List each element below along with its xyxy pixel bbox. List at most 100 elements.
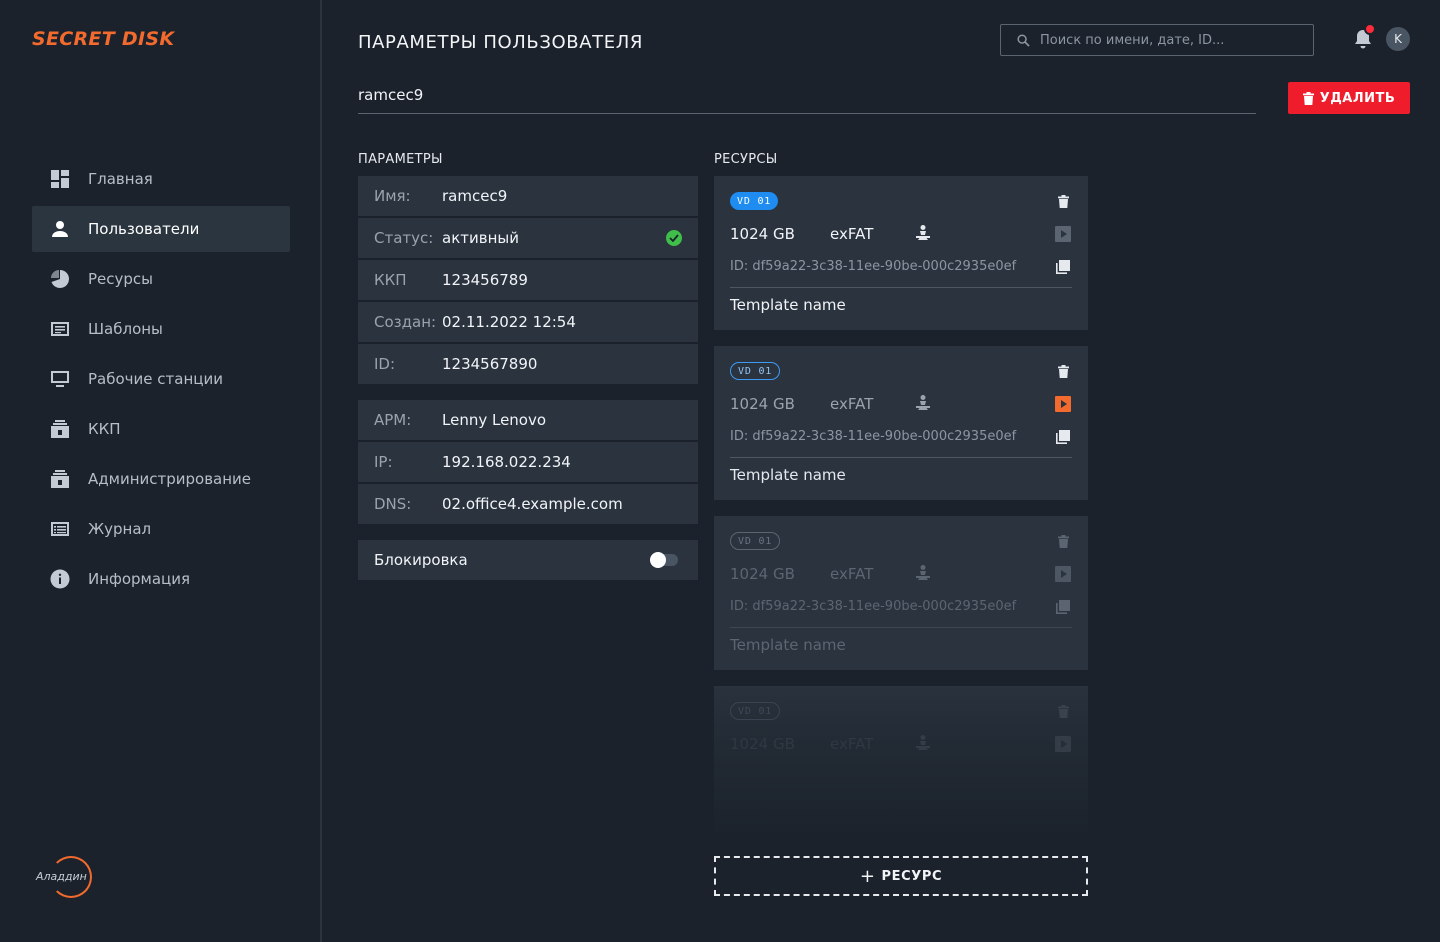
trash-icon xyxy=(1302,91,1314,105)
resource-template: Template name xyxy=(730,296,846,314)
params-section-title: ПАРАМЕТРЫ xyxy=(358,152,443,167)
param-row-status: Статус: активный xyxy=(358,218,698,258)
param-value: 1234567890 xyxy=(442,355,538,373)
resource-id: ID: df59a22-3c38-11ee-90be-000c2935e0ef xyxy=(730,599,1017,614)
play-icon[interactable] xyxy=(1054,565,1072,583)
param-key: Статус: xyxy=(374,229,434,247)
user-icon xyxy=(48,217,72,241)
resource-size: 1024 GB xyxy=(730,225,795,243)
resource-divider xyxy=(730,627,1072,628)
param-value: ramcec9 xyxy=(442,187,508,205)
sidebar-item-admin[interactable]: Администрирование xyxy=(32,456,290,502)
sidebar-item-users[interactable]: Пользователи xyxy=(32,206,290,252)
delete-user-label: УДАЛИТЬ xyxy=(1319,90,1396,106)
sidebar-item-templates[interactable]: Шаблоны xyxy=(32,306,290,352)
trash-icon[interactable] xyxy=(1054,532,1072,550)
sidebar-item-label: Журнал xyxy=(88,520,152,538)
sidebar-item-label: Шаблоны xyxy=(88,320,163,338)
sidebar-nav: Главная Пользователи Ресурсы Шаблоны Раб… xyxy=(32,156,290,606)
param-value: 123456789 xyxy=(442,271,528,289)
param-row-name: Имя: ramcec9 xyxy=(358,176,698,216)
add-resource-label: РЕСУРС xyxy=(881,868,943,884)
search-placeholder: Поиск по имени, дате, ID... xyxy=(1040,32,1225,48)
sidebar-item-workstations[interactable]: Рабочие станции xyxy=(32,356,290,402)
resource-size: 1024 GB xyxy=(730,735,795,753)
sidebar-item-home[interactable]: Главная xyxy=(32,156,290,202)
info-icon xyxy=(48,567,72,591)
sidebar-item-label: Рабочие станции xyxy=(88,370,223,388)
play-icon[interactable] xyxy=(1054,395,1072,413)
sidebar-item-label: Администрирование xyxy=(88,470,252,488)
add-resource-button[interactable]: + РЕСУРС xyxy=(714,856,1088,896)
param-key: ID: xyxy=(374,355,396,373)
sidebar-item-resources[interactable]: Ресурсы xyxy=(32,256,290,302)
notification-badge xyxy=(1364,23,1376,35)
trash-icon[interactable] xyxy=(1054,702,1072,720)
template-icon xyxy=(48,317,72,341)
copy-icon[interactable] xyxy=(1054,258,1072,276)
resource-badge: VD 01 xyxy=(730,192,779,210)
resource-card[interactable]: VD 01 1024 GB exFAT xyxy=(714,686,1088,840)
lock-label: Блокировка xyxy=(374,551,468,569)
param-value: активный xyxy=(442,229,519,247)
sidebar-item-kkp[interactable]: ККП xyxy=(32,406,290,452)
vendor-logo-text: Аладдин xyxy=(36,870,87,883)
param-value: 02.11.2022 12:54 xyxy=(442,313,576,331)
delete-user-button[interactable]: УДАЛИТЬ xyxy=(1288,82,1410,114)
resource-divider xyxy=(730,287,1072,288)
username-field[interactable]: ramcec9 xyxy=(358,86,423,104)
param-key: АРМ: xyxy=(374,411,412,429)
resources-section-title: РЕСУРСЫ xyxy=(714,152,778,167)
toggle-knob xyxy=(650,552,666,568)
sidebar: SECRET DISK Главная Пользователи Ресурсы… xyxy=(0,0,322,942)
sidebar-item-journal[interactable]: Журнал xyxy=(32,506,290,552)
plus-icon: + xyxy=(859,865,876,887)
resource-size: 1024 GB xyxy=(730,395,795,413)
copy-icon[interactable] xyxy=(1054,598,1072,616)
resource-divider xyxy=(730,457,1072,458)
app-logo: SECRET DISK xyxy=(32,28,175,50)
copy-icon[interactable] xyxy=(1054,428,1072,446)
lock-box-icon xyxy=(48,417,72,441)
resource-filesystem: exFAT xyxy=(830,565,874,583)
resource-card[interactable]: VD 01 1024 GB exFAT ID: df59a22-3c38-11e… xyxy=(714,176,1088,330)
sidebar-item-label: Информация xyxy=(88,570,191,588)
resource-badge: VD 01 xyxy=(730,362,781,380)
param-row-kkp: ККП 123456789 xyxy=(358,260,698,300)
param-key: DNS: xyxy=(374,495,412,513)
avatar[interactable]: K xyxy=(1386,27,1410,51)
param-row-arm: АРМ: Lenny Lenovo xyxy=(358,400,698,440)
resource-filesystem: exFAT xyxy=(830,395,874,413)
lock-toggle[interactable] xyxy=(650,552,678,568)
play-icon[interactable] xyxy=(1054,225,1072,243)
param-row-id: ID: 1234567890 xyxy=(358,344,698,384)
sidebar-item-label: Пользователи xyxy=(88,220,200,238)
resource-id: ID: df59a22-3c38-11ee-90be-000c2935e0ef xyxy=(730,429,1017,444)
pie-chart-icon xyxy=(48,267,72,291)
vendor-logo: Аладдин xyxy=(36,856,96,900)
sidebar-item-label: ККП xyxy=(88,420,121,438)
user-access-icon xyxy=(914,564,932,586)
user-access-icon xyxy=(914,394,932,416)
resource-card[interactable]: VD 01 1024 GB exFAT ID: df59a22-3c38-11e… xyxy=(714,516,1088,670)
param-key: Имя: xyxy=(374,187,411,205)
trash-icon[interactable] xyxy=(1054,192,1072,210)
resource-card[interactable]: VD 01 1024 GB exFAT ID: df59a22-3c38-11e… xyxy=(714,346,1088,500)
play-icon[interactable] xyxy=(1054,735,1072,753)
param-row-ip: IP: 192.168.022.234 xyxy=(358,442,698,482)
user-access-icon xyxy=(914,224,932,246)
resource-template: Template name xyxy=(730,636,846,654)
search-input[interactable]: Поиск по имени, дате, ID... xyxy=(1000,24,1314,56)
resource-filesystem: exFAT xyxy=(830,735,874,753)
param-key: IP: xyxy=(374,453,393,471)
resource-badge: VD 01 xyxy=(730,532,781,550)
resource-template: Template name xyxy=(730,466,846,484)
param-value: 192.168.022.234 xyxy=(442,453,571,471)
param-row-created: Создан: 02.11.2022 12:54 xyxy=(358,302,698,342)
resource-size: 1024 GB xyxy=(730,565,795,583)
sidebar-item-info[interactable]: Информация xyxy=(32,556,290,602)
lock-row: Блокировка xyxy=(358,540,698,580)
trash-icon[interactable] xyxy=(1054,362,1072,380)
param-row-dns: DNS: 02.office4.example.com xyxy=(358,484,698,524)
username-underline xyxy=(358,113,1256,114)
